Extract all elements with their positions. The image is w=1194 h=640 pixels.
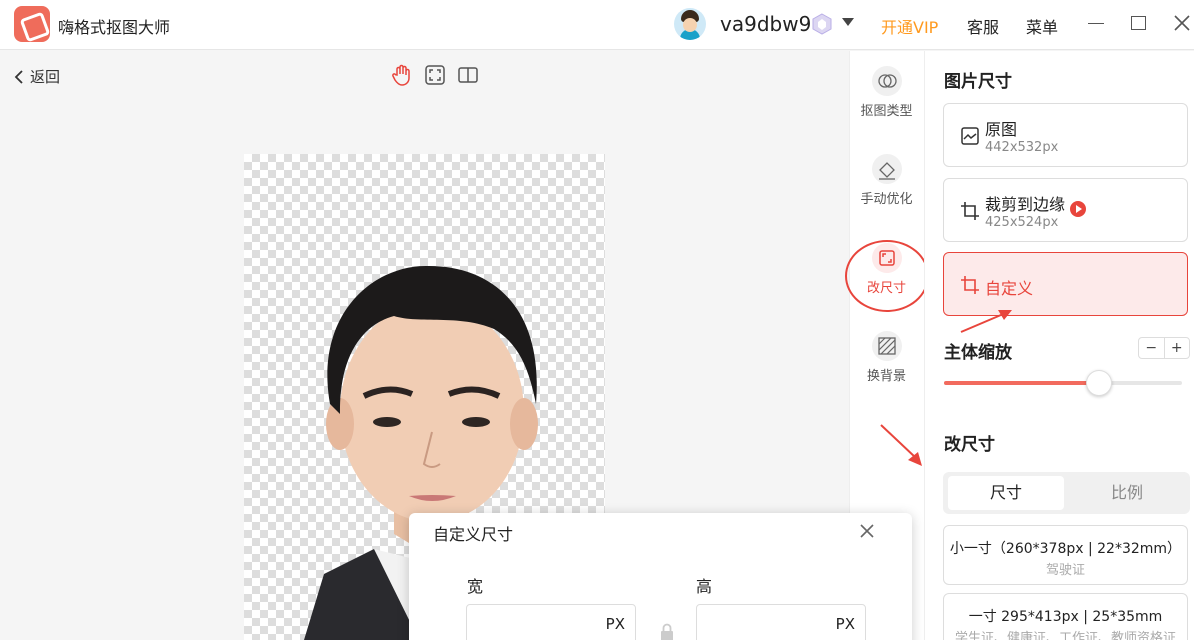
image-icon (961, 127, 979, 145)
close-window-icon[interactable] (1172, 13, 1192, 33)
tool-cutout-type[interactable]: 抠图类型 (849, 66, 924, 119)
preset-title: 小一寸（260*378px | 22*32mm） (949, 541, 1182, 557)
hand-icon[interactable] (391, 64, 413, 86)
tool-label: 换背景 (866, 369, 906, 384)
menu-link[interactable]: 菜单 (1026, 14, 1058, 38)
vip-badge-icon (812, 13, 832, 35)
scale-minus-button[interactable]: − (1139, 338, 1165, 358)
height-input[interactable]: PX (696, 604, 866, 640)
scale-slider[interactable] (944, 370, 1182, 396)
resize-mode-tabs: 尺寸 比例 (943, 472, 1190, 514)
lock-ratio-icon[interactable] (659, 623, 675, 640)
size-option-crop-to-edge[interactable]: 裁剪到边缘 425x524px (943, 178, 1188, 242)
tool-label: 手动优化 (860, 192, 913, 207)
preset-usage: 学生证、健康证、工作证、教师资格证 (954, 631, 1176, 640)
user-dropdown-icon[interactable] (842, 18, 854, 26)
user-avatar[interactable] (674, 8, 706, 40)
size-option-dim: 442x532px (985, 140, 1059, 155)
annotation-arrow (880, 424, 922, 466)
size-option-name: 自定义 (985, 279, 1034, 298)
size-option-original[interactable]: 原图 442x532px (943, 103, 1188, 167)
height-label: 高 (696, 577, 713, 596)
tab-size[interactable]: 尺寸 (948, 476, 1064, 510)
fit-screen-icon[interactable] (424, 64, 446, 86)
crop-icon (961, 276, 979, 294)
background-icon (871, 331, 902, 361)
scale-plus-button[interactable]: + (1165, 338, 1190, 358)
size-option-name: 原图 (985, 120, 1018, 139)
tab-ratio[interactable]: 比例 (1069, 476, 1185, 510)
size-option-dim: 425x524px (985, 215, 1059, 230)
preset-one-inch[interactable]: 一寸 295*413px | 25*35mm 学生证、健康证、工作证、教师资格证 (943, 593, 1188, 640)
close-icon[interactable] (858, 522, 876, 540)
video-tutorial-icon[interactable] (1070, 201, 1086, 217)
compare-icon[interactable] (457, 64, 479, 86)
preset-small-one-inch[interactable]: 小一寸（260*378px | 22*32mm） 驾驶证 (943, 525, 1188, 585)
size-option-name: 裁剪到边缘 (985, 195, 1066, 214)
tool-change-background[interactable]: 换背景 (849, 331, 924, 384)
tool-manual-optimize[interactable]: 手动优化 (849, 154, 924, 207)
app-title: 嗨格式抠图大师 (58, 18, 171, 37)
width-input[interactable]: PX (466, 604, 636, 640)
customer-service-link[interactable]: 客服 (967, 14, 999, 38)
width-unit: PX (605, 615, 625, 633)
dialog-title: 自定义尺寸 (433, 525, 514, 544)
width-label: 宽 (467, 577, 484, 596)
eraser-icon (871, 154, 902, 184)
scale-slider-thumb[interactable] (1085, 370, 1112, 396)
app-logo-icon (14, 6, 50, 42)
back-button[interactable]: 返回 (14, 66, 60, 87)
cutout-type-icon (871, 66, 902, 96)
crop-icon (961, 202, 979, 220)
scale-stepper: − + (1138, 337, 1190, 359)
scale-slider-fill (944, 381, 1099, 385)
maximize-icon[interactable] (1131, 16, 1146, 30)
back-label: 返回 (30, 68, 61, 86)
image-size-title: 图片尺寸 (944, 72, 1012, 92)
title-bar: 嗨格式抠图大师 va9dbw9 开通VIP 客服 菜单 (0, 0, 1194, 50)
minimize-icon[interactable] (1088, 23, 1104, 24)
open-vip-link[interactable]: 开通VIP (881, 14, 938, 38)
highlight-annotation (845, 240, 929, 312)
preset-usage: 驾驶证 (1045, 563, 1085, 578)
height-unit: PX (835, 615, 855, 633)
custom-size-dialog: 自定义尺寸 宽 高 PX PX (409, 513, 912, 640)
username[interactable]: va9dbw9 (720, 12, 811, 36)
preset-title: 一寸 295*413px | 25*35mm (968, 609, 1163, 625)
resize-title: 改尺寸 (944, 435, 995, 455)
chevron-left-icon (14, 69, 23, 84)
annotation-arrow (960, 310, 1012, 333)
subject-scale-title: 主体缩放 (944, 343, 1012, 363)
tool-label: 抠图类型 (860, 104, 913, 119)
